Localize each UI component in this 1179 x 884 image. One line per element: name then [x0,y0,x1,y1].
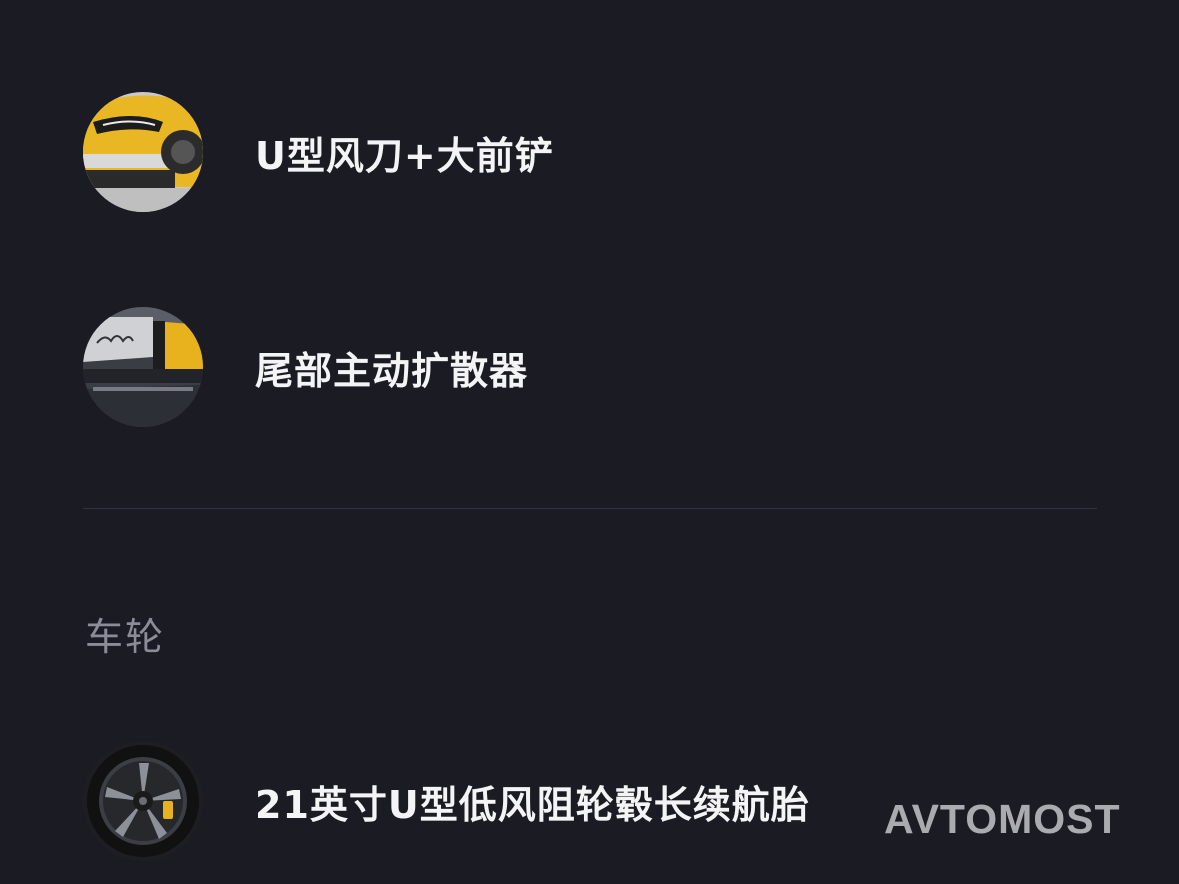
section-title-wheels: 车轮 [85,615,166,659]
wheel-icon [83,741,203,861]
section-divider [83,508,1097,509]
feature-item-wheel[interactable]: 21英寸U型低风阻轮毂长续航胎 [83,740,810,862]
rear-diffuser-icon [83,307,203,427]
feature-item-rear-diffuser[interactable]: 尾部主动扩散器 [83,306,528,428]
feature-label: 21英寸U型低风阻轮毂长续航胎 [255,782,810,827]
front-bumper-icon [83,92,203,212]
feature-label: 尾部主动扩散器 [255,348,529,393]
feature-item-front-bumper[interactable]: U型风刀+大前铲 [83,91,554,213]
feature-label: U型风刀+大前铲 [255,133,554,178]
watermark: AVTOMOST [884,796,1121,842]
